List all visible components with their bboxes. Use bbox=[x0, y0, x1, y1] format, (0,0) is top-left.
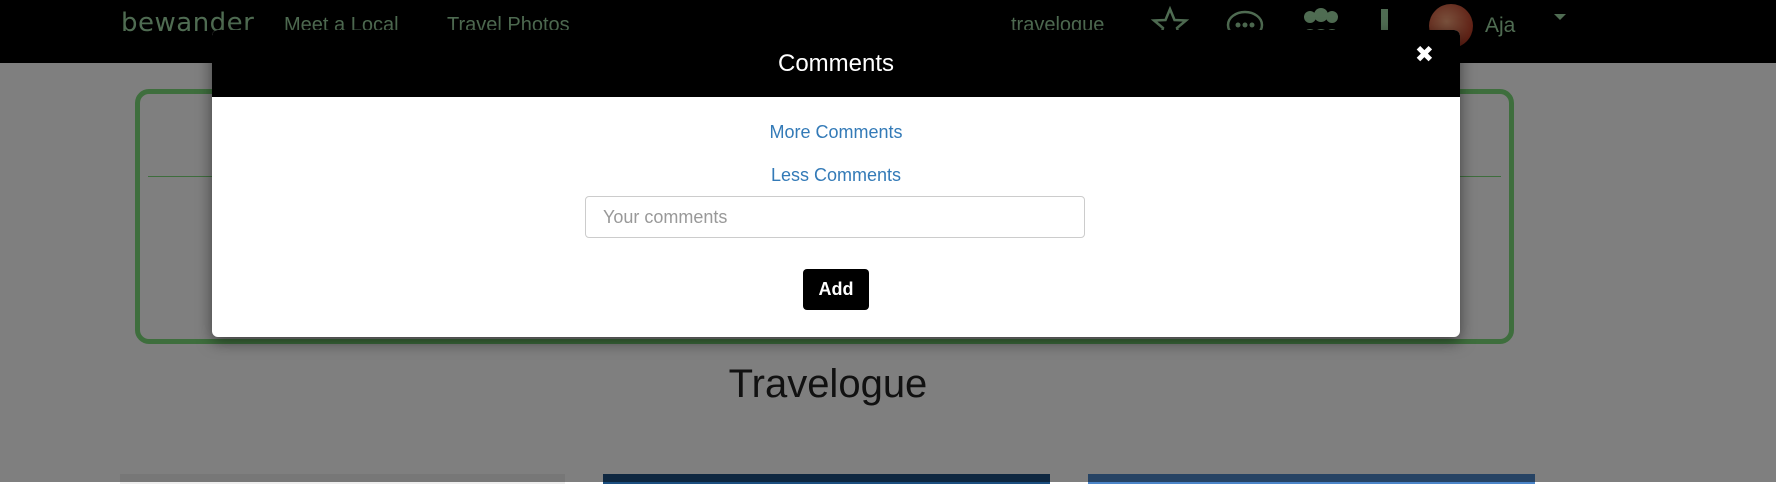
modal-title: Comments bbox=[777, 50, 895, 77]
less-comments-link[interactable]: Less Comments bbox=[212, 165, 1460, 186]
close-icon[interactable]: ✖ bbox=[1415, 44, 1434, 67]
comments-modal: Comments ✖ More Comments Less Comments A… bbox=[212, 30, 1460, 337]
more-comments-link[interactable]: More Comments bbox=[212, 122, 1460, 143]
modal-header: Comments ✖ bbox=[212, 30, 1460, 97]
comment-input[interactable] bbox=[585, 196, 1085, 238]
add-comment-button[interactable]: Add bbox=[803, 269, 869, 310]
